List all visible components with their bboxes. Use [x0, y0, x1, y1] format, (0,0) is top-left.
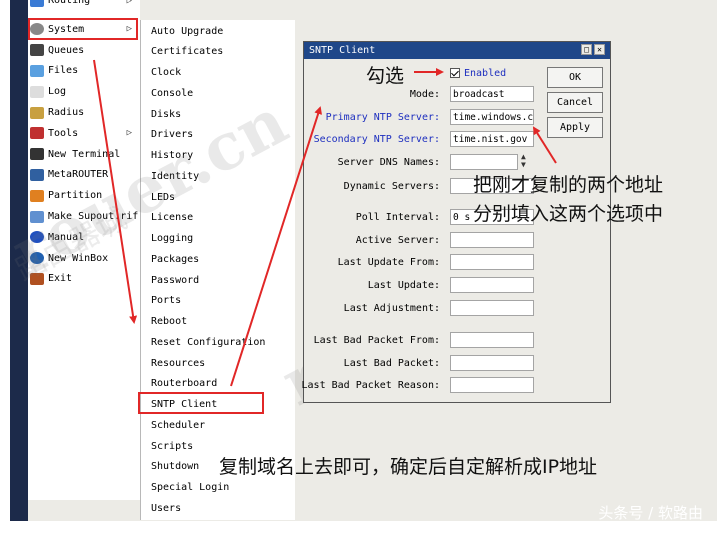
annotation-arrows [93, 59, 557, 387]
arrow-to-secondary [532, 126, 557, 164]
arrow-to-sntp [93, 59, 138, 324]
arrow-to-primary [230, 106, 322, 387]
